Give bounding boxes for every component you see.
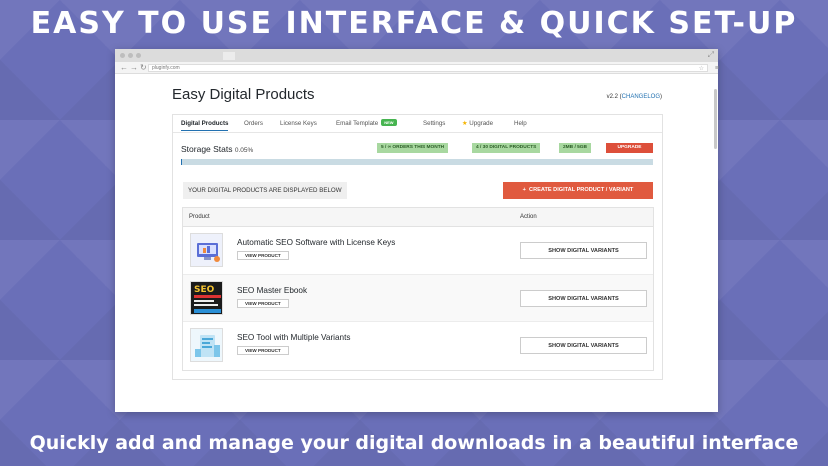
- page-title: Easy Digital Products: [172, 86, 315, 103]
- products-table: Product Action Automatic SEO Software wi…: [182, 207, 654, 371]
- version-info: v2.2 (CHANGELOG): [606, 94, 662, 100]
- upgrade-button[interactable]: UPGRADE: [606, 143, 653, 153]
- svg-text:SEO: SEO: [194, 285, 215, 295]
- page-scrollbar[interactable]: [714, 89, 717, 149]
- product-name: SEO Tool with Multiple Variants: [237, 333, 351, 342]
- tab-license-keys[interactable]: License Keys: [280, 120, 317, 127]
- show-variants-button[interactable]: SHOW DIGITAL VARIANTS: [520, 337, 647, 354]
- table-row: SEO SEO Master Ebook VIEW PRODUCT SHOW D…: [183, 274, 653, 322]
- storage-label: Storage Stats: [181, 144, 233, 154]
- storage-stats: Storage Stats 0.05%: [181, 144, 253, 154]
- main-panel: Digital Products Orders License Keys Ema…: [172, 114, 663, 380]
- show-variants-button[interactable]: SHOW DIGITAL VARIANTS: [520, 242, 647, 259]
- products-info-label: YOUR DIGITAL PRODUCTS ARE DISPLAYED BELO…: [183, 182, 347, 199]
- url-field[interactable]: pluginfy.com ☆ ≡: [148, 64, 719, 73]
- products-badge: 4 / 30 DIGITAL PRODUCTS: [472, 143, 541, 153]
- browser-titlebar: ⤢: [115, 49, 718, 62]
- tab-upgrade-label: Upgrade: [469, 120, 494, 127]
- star-icon[interactable]: ☆: [699, 65, 704, 73]
- table-row: SEO Tool with Multiple Variants VIEW PRO…: [183, 322, 653, 370]
- column-header-product: Product: [189, 214, 210, 220]
- tab-email-template[interactable]: Email Template NEW: [336, 119, 397, 127]
- orders-badge: 5 / ∞ ORDERS THIS MONTH: [377, 143, 449, 153]
- version-number: v2.2: [606, 94, 618, 100]
- menu-icon[interactable]: ≡: [715, 65, 719, 73]
- url-text: pluginfy.com: [152, 65, 180, 71]
- browser-nav-icons[interactable]: ←→↻: [120, 62, 149, 74]
- tab-settings[interactable]: Settings: [423, 120, 445, 127]
- create-product-label: CREATE DIGITAL PRODUCT / VARIANT: [529, 187, 634, 193]
- star-icon: ★: [462, 120, 468, 127]
- tab-orders[interactable]: Orders: [244, 120, 263, 127]
- window-close-dot[interactable]: [120, 53, 125, 58]
- address-bar: ←→↻ pluginfy.com ☆ ≡: [115, 62, 719, 74]
- view-product-button[interactable]: VIEW PRODUCT: [237, 251, 289, 260]
- tagline: Quickly add and manage your digital down…: [29, 432, 799, 454]
- show-variants-button[interactable]: SHOW DIGITAL VARIANTS: [520, 289, 647, 307]
- headline: EASY TO USE INTERFACE & QUICK SET-UP: [30, 6, 798, 41]
- browser-window: ⤢ ←→↻ pluginfy.com ☆ ≡ Easy Digital Prod…: [115, 49, 719, 412]
- seo-software-icon: [190, 233, 223, 267]
- table-row: Automatic SEO Software with License Keys…: [183, 227, 653, 275]
- window-maximize-dot[interactable]: [136, 53, 141, 58]
- seo-ebook-cover: SEO: [190, 280, 223, 315]
- storage-progress-bar: [181, 159, 653, 165]
- storage-progress-fill: [181, 159, 183, 165]
- plus-icon: +: [522, 187, 526, 193]
- table-header: Product Action: [183, 208, 653, 227]
- window-minimize-dot[interactable]: [128, 53, 133, 58]
- view-product-button[interactable]: VIEW PRODUCT: [237, 298, 289, 308]
- column-header-action: Action: [520, 214, 537, 220]
- view-product-button[interactable]: VIEW PRODUCT: [237, 346, 289, 355]
- seo-tool-icon: [190, 328, 223, 362]
- storage-badge: 2MB / 5GB: [559, 143, 591, 153]
- changelog-link[interactable]: CHANGELOG: [622, 94, 660, 100]
- browser-tab[interactable]: [223, 52, 235, 60]
- expand-icon[interactable]: ⤢: [708, 50, 714, 60]
- create-product-button[interactable]: + CREATE DIGITAL PRODUCT / VARIANT: [503, 182, 653, 199]
- product-name: SEO Master Ebook: [237, 285, 308, 295]
- tab-bar: Digital Products Orders License Keys Ema…: [173, 115, 662, 133]
- tab-digital-products[interactable]: Digital Products: [181, 120, 229, 131]
- storage-percent: 0.05%: [234, 147, 254, 154]
- product-name: Automatic SEO Software with License Keys: [237, 238, 396, 247]
- tab-email-template-label: Email Template: [336, 120, 379, 127]
- tab-upgrade[interactable]: ★ Upgrade: [462, 120, 493, 127]
- tab-help[interactable]: Help: [514, 120, 527, 127]
- new-badge: NEW: [381, 119, 397, 126]
